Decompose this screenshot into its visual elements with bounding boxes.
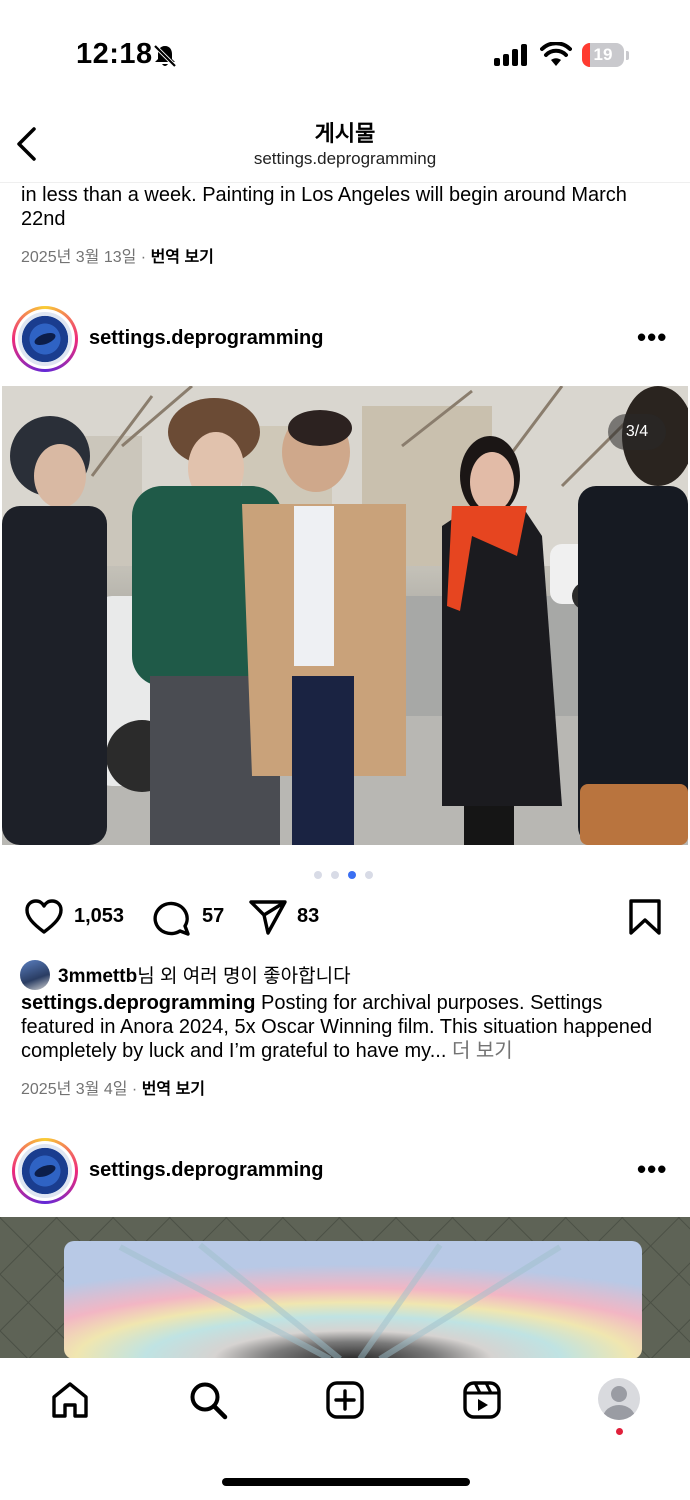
next-post-username[interactable]: settings.deprogramming bbox=[89, 1159, 323, 1182]
reels-icon[interactable] bbox=[462, 1380, 502, 1420]
post-meta: 2025년 3월 4일 · 번역 보기 bbox=[21, 1075, 205, 1099]
post-caption: settings.deprogramming Posting for archi… bbox=[21, 991, 671, 1063]
carousel-dot-active bbox=[348, 871, 356, 879]
prev-caption-tail: in less than a week. Painting in Los Ang… bbox=[21, 184, 627, 230]
prev-translate-link[interactable]: 번역 보기 bbox=[151, 249, 214, 266]
carousel-dot bbox=[365, 871, 373, 879]
battery-level: 19 bbox=[593, 45, 613, 64]
translate-link[interactable]: 번역 보기 bbox=[142, 1081, 205, 1098]
meta-separator: · bbox=[140, 249, 151, 266]
profile-avatar[interactable] bbox=[598, 1378, 640, 1420]
meta-separator: · bbox=[131, 1081, 142, 1098]
cellular-signal-icon bbox=[494, 44, 528, 66]
liked-by-suffix: 님 외 여러 명이 좋아합니다 bbox=[137, 966, 351, 987]
post-image[interactable] bbox=[2, 386, 688, 845]
carousel-counter: 3/4 bbox=[608, 414, 666, 450]
status-time: 12:18 bbox=[76, 38, 153, 70]
liker-avatar[interactable] bbox=[20, 960, 50, 990]
page-subtitle[interactable]: settings.deprogramming bbox=[0, 149, 690, 169]
notification-dot bbox=[616, 1428, 623, 1435]
more-options-icon[interactable]: ••• bbox=[637, 322, 667, 353]
avatar-logo bbox=[18, 1144, 72, 1198]
caption-more-link[interactable]: 더 보기 bbox=[452, 1040, 513, 1062]
next-photo-illustration bbox=[0, 1217, 690, 1359]
liked-by-text[interactable]: 3mmettb님 외 여러 명이 좋아합니다 bbox=[58, 961, 351, 988]
battery-tip bbox=[626, 51, 629, 60]
prev-post-meta: 2025년 3월 13일 · 번역 보기 bbox=[21, 243, 214, 267]
post-username[interactable]: settings.deprogramming bbox=[89, 327, 323, 350]
share-icon[interactable] bbox=[248, 898, 288, 936]
share-count[interactable]: 83 bbox=[297, 905, 319, 928]
carousel-dots bbox=[314, 866, 382, 884]
like-count[interactable]: 1,053 bbox=[74, 905, 124, 928]
carousel-dot bbox=[331, 871, 339, 879]
home-indicator bbox=[222, 1478, 470, 1486]
home-icon[interactable] bbox=[50, 1380, 90, 1420]
carousel-dot bbox=[314, 871, 322, 879]
heart-icon[interactable] bbox=[24, 898, 64, 936]
comment-count[interactable]: 57 bbox=[202, 905, 224, 928]
create-icon[interactable] bbox=[325, 1380, 365, 1420]
battery-indicator: 19 bbox=[582, 43, 624, 67]
wifi-icon bbox=[540, 42, 572, 66]
page-title: 게시물 bbox=[314, 121, 376, 146]
post-avatar[interactable] bbox=[12, 306, 78, 372]
post-date: 2025년 3월 4일 bbox=[21, 1081, 128, 1098]
avatar-logo bbox=[18, 312, 72, 366]
next-more-options-icon[interactable]: ••• bbox=[637, 1154, 667, 1185]
comment-icon[interactable] bbox=[152, 898, 192, 936]
next-post-image[interactable] bbox=[0, 1217, 690, 1359]
prev-post-date: 2025년 3월 13일 bbox=[21, 249, 137, 266]
caption-username[interactable]: settings.deprogramming bbox=[21, 992, 255, 1014]
search-icon[interactable] bbox=[188, 1380, 228, 1420]
next-post-avatar[interactable] bbox=[12, 1138, 78, 1204]
liked-by-user[interactable]: 3mmettb bbox=[58, 966, 137, 987]
bell-muted-icon bbox=[153, 44, 177, 68]
bookmark-icon[interactable] bbox=[628, 898, 662, 936]
post-photo-illustration bbox=[2, 386, 688, 845]
